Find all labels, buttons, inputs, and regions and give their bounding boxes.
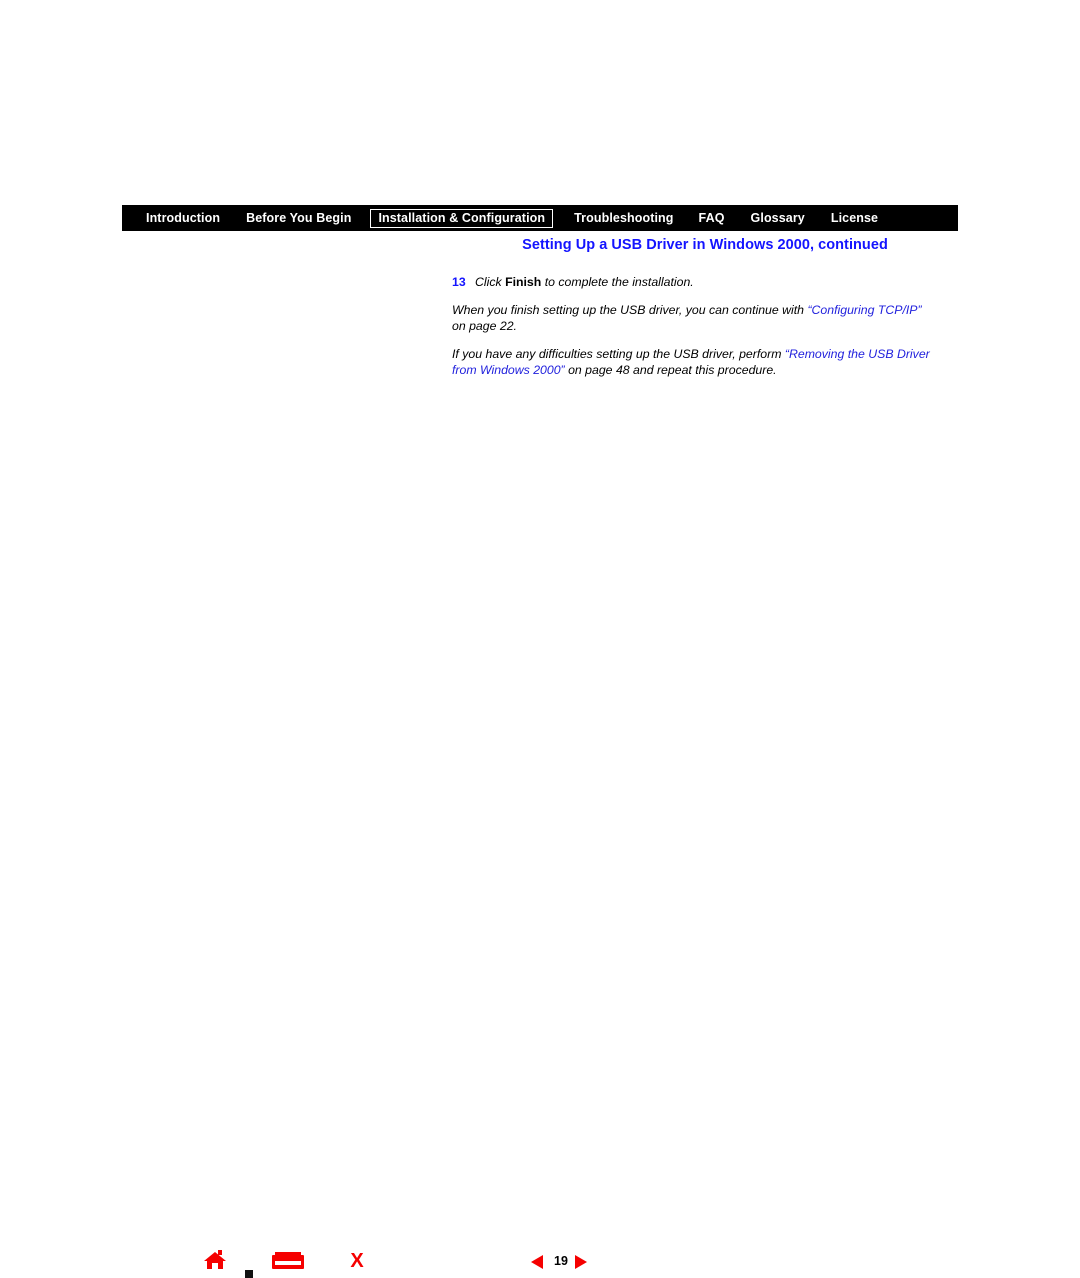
nav-tab-introduction[interactable]: Introduction xyxy=(146,205,220,231)
page-content: 13 Click Finish to complete the installa… xyxy=(452,275,936,392)
paragraph1-part2: on page 22. xyxy=(452,318,517,333)
nav-tab-installation-configuration[interactable]: Installation & Configuration xyxy=(370,208,554,228)
step-number: 13 xyxy=(452,275,466,289)
nav-tab-troubleshooting[interactable]: Troubleshooting xyxy=(574,205,673,231)
nav-tab-before-you-begin[interactable]: Before You Begin xyxy=(246,205,351,231)
index-book-icon[interactable] xyxy=(272,1252,304,1269)
paragraph-troubleshoot-note: If you have any difficulties setting up … xyxy=(452,347,936,378)
step-instruction-text: Click Finish to complete the installatio… xyxy=(475,275,936,290)
paragraph1-part1: When you finish setting up the USB drive… xyxy=(452,303,808,317)
exit-x-icon[interactable]: X xyxy=(347,1250,367,1272)
footer-toolbar: X 19 xyxy=(0,620,1080,1278)
home-icon-door xyxy=(212,1263,218,1269)
nav-tab-glossary[interactable]: Glossary xyxy=(751,205,805,231)
paragraph2-part2: on page 48 and repeat this procedure. xyxy=(564,363,777,378)
home-icon[interactable] xyxy=(204,1249,226,1269)
step-text-before: Click xyxy=(475,275,506,289)
numbered-step-13: 13 Click Finish to complete the installa… xyxy=(452,275,936,290)
square-marker-icon xyxy=(245,1270,253,1278)
main-nav-bar: Introduction Before You Begin Installati… xyxy=(122,205,958,231)
step-bold-word: Finish xyxy=(505,275,542,289)
paragraph-continue-note: When you finish setting up the USB drive… xyxy=(452,303,936,334)
nav-tab-faq[interactable]: FAQ xyxy=(699,205,725,231)
previous-page-arrow-icon[interactable] xyxy=(531,1255,543,1269)
nav-tab-license[interactable]: License xyxy=(831,205,878,231)
paragraph2-part1: If you have any difficulties setting up … xyxy=(452,347,785,362)
step-text-after: to complete the installation. xyxy=(541,275,694,289)
page-title: Setting Up a USB Driver in Windows 2000,… xyxy=(522,237,888,253)
index-icon-slot xyxy=(275,1261,301,1265)
cross-reference-configuring-tcpip[interactable]: “Configuring TCP/IP” xyxy=(807,303,921,317)
next-page-arrow-icon[interactable] xyxy=(575,1255,587,1269)
page-number: 19 xyxy=(554,1254,568,1268)
